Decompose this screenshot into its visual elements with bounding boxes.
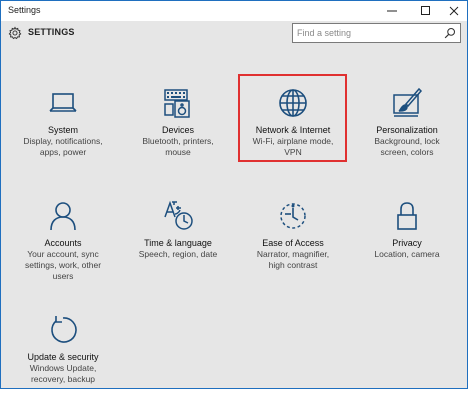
tile-description: Windows Update, (29, 363, 97, 373)
tile-name: Ease of Access (262, 238, 324, 248)
tile-name: Personalization (376, 125, 438, 135)
person-icon (50, 202, 76, 231)
search-input[interactable] (297, 26, 437, 40)
maximize-button[interactable] (411, 1, 441, 21)
settings-window: Settings SETTINGS Find a setting System … (0, 0, 468, 389)
tile-name: Update & security (27, 352, 99, 362)
window-title: Settings (8, 5, 41, 15)
tile-description: settings, work, other (24, 260, 102, 270)
tile-description: Location, camera (374, 249, 440, 259)
search-box[interactable] (292, 23, 461, 43)
tile-description: apps, power (39, 147, 87, 157)
tile-name: System (47, 125, 78, 135)
minimize-icon (387, 10, 397, 12)
devices-icon (164, 89, 190, 118)
tile-name: Network & Internet (255, 125, 331, 135)
maximize-icon (421, 6, 430, 15)
minimize-button[interactable] (377, 1, 407, 21)
tile-description: users (52, 271, 74, 281)
ease-of-access-icon (280, 203, 306, 229)
tile-description: screen, colors (380, 147, 434, 157)
tile-time-language[interactable]: Time & language Speech, region, date (125, 198, 231, 288)
tile-ease-of-access[interactable]: Ease of Access Narrator, magnifier, high… (240, 198, 346, 288)
tile-network-internet[interactable]: Network & Internet Wi-Fi, airplane mode,… (240, 85, 346, 175)
tile-name: Time & language (144, 238, 212, 248)
tile-system[interactable]: System Display, notifications, apps, pow… (10, 85, 116, 175)
tile-personalization[interactable]: Personalization Background, lock screen,… (354, 85, 460, 175)
tile-description: Background, lock (374, 136, 440, 146)
tile-accounts[interactable]: Accounts Your account, sync settings, wo… (10, 198, 116, 288)
paint-icon (393, 87, 423, 117)
tile-name: Privacy (392, 238, 422, 248)
tile-description: Narrator, magnifier, (256, 249, 330, 259)
gear-icon (8, 26, 22, 40)
tile-description: Display, notifications, (23, 136, 103, 146)
update-icon (51, 316, 77, 343)
tile-devices[interactable]: Devices Bluetooth, printers, mouse (125, 85, 231, 175)
settings-content: System Display, notifications, apps, pow… (1, 53, 467, 388)
tile-description: Your account, sync (27, 249, 99, 259)
tile-privacy[interactable]: Privacy Location, camera (354, 198, 460, 288)
tile-description: VPN (284, 147, 302, 157)
laptop-icon (49, 93, 77, 112)
tile-description: Wi-Fi, airplane mode, (252, 136, 334, 146)
settings-header: SETTINGS (1, 21, 467, 53)
globe-icon (279, 89, 307, 117)
tile-name: Devices (161, 125, 194, 135)
tile-name: Accounts (44, 238, 82, 248)
search-icon[interactable] (444, 27, 456, 39)
close-button[interactable] (439, 1, 468, 21)
time-language-icon (164, 200, 193, 230)
title-bar: Settings (1, 1, 467, 21)
close-icon (449, 6, 459, 16)
tile-description: Speech, region, date (138, 249, 218, 259)
tile-description: high contrast (268, 260, 318, 270)
tile-description: recovery, backup (30, 374, 96, 384)
page-title: SETTINGS (28, 27, 75, 37)
tile-description: mouse (165, 147, 191, 157)
lock-icon (397, 202, 417, 230)
tile-description: Bluetooth, printers, (142, 136, 214, 146)
